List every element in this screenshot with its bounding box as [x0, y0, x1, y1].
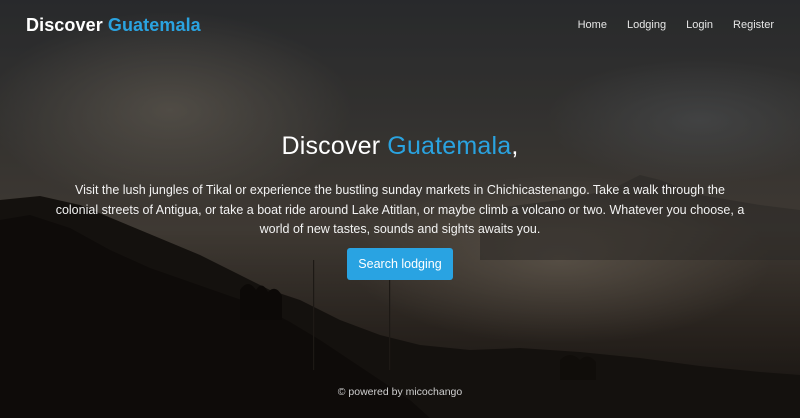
nav-menu: Home Lodging Login Register — [578, 19, 774, 31]
nav-link-register[interactable]: Register — [733, 19, 774, 31]
nav-link-home[interactable]: Home — [578, 19, 607, 31]
search-lodging-button[interactable]: Search lodging — [347, 247, 453, 280]
hero-title-guatemala: Guatemala — [387, 132, 512, 160]
brand-word-discover: Discover — [26, 14, 103, 35]
hero-title-comma: , — [511, 132, 519, 160]
brand-logo[interactable]: Discover Guatemala — [26, 15, 201, 36]
nav-link-lodging[interactable]: Lodging — [627, 19, 666, 31]
brand-word-guatemala: Guatemala — [107, 14, 201, 35]
hero-title-discover: Discover — [281, 132, 381, 160]
hero-title: Discover Guatemala , — [281, 132, 518, 161]
hero-description: Visit the lush jungles of Tikal or exper… — [55, 183, 745, 236]
hero-section: Discover Guatemala , Visit the lush jung… — [0, 132, 800, 280]
footer-credit: © powered by micochango — [337, 386, 463, 398]
navbar: Discover Guatemala Home Lodging Login Re… — [0, 0, 800, 50]
nav-link-login[interactable]: Login — [686, 19, 713, 31]
